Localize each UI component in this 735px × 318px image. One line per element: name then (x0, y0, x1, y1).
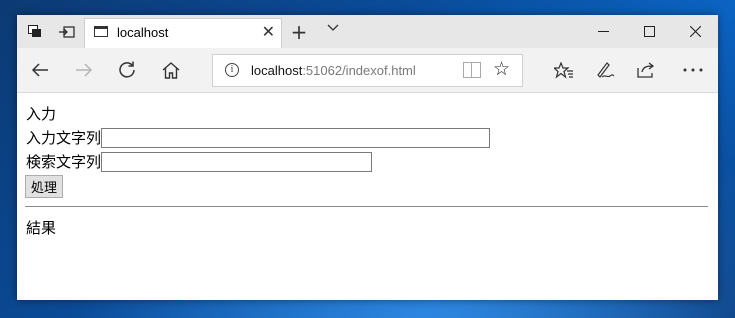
star-icon[interactable]: ☆ (493, 58, 510, 80)
tab-title: localhost (117, 25, 169, 40)
search-string-row: 検索文字列 (26, 151, 373, 172)
address-bar[interactable]: i localhost:51062/indexof.html ☆ (212, 54, 523, 87)
arrow-right-icon[interactable] (69, 55, 99, 85)
favorites-icon[interactable] (548, 55, 580, 85)
arrow-left-icon[interactable] (25, 55, 55, 85)
divider (25, 206, 708, 207)
search-string-label: 検索文字列 (26, 153, 102, 171)
maximize-icon[interactable] (626, 15, 672, 48)
close-icon[interactable] (672, 15, 718, 48)
address-host: localhost (251, 63, 303, 78)
share-icon[interactable] (631, 55, 663, 85)
tab-actions-icon[interactable] (19, 15, 51, 48)
result-heading: 結果 (26, 219, 57, 237)
input-string-field[interactable] (101, 127, 491, 148)
refresh-icon[interactable] (112, 55, 142, 85)
set-aside-tabs-icon[interactable] (51, 15, 83, 48)
minimize-icon[interactable] (580, 15, 626, 48)
browser-tab[interactable]: localhost ✕ (84, 18, 282, 48)
more-icon[interactable] (677, 55, 709, 85)
info-icon[interactable]: i (225, 63, 239, 77)
process-button[interactable]: 処理 (25, 175, 64, 198)
search-string-field[interactable] (101, 151, 373, 172)
input-heading: 入力 (26, 105, 57, 123)
page-icon (94, 26, 108, 37)
result-row: 結果 (26, 217, 56, 238)
chevron-down-icon[interactable] (323, 20, 343, 36)
close-icon[interactable]: ✕ (262, 22, 275, 41)
navigation-bar: i localhost:51062/indexof.html ☆ (17, 48, 718, 93)
tab-bar: localhost ✕ + (17, 15, 718, 48)
plus-icon[interactable]: + (287, 20, 311, 44)
home-icon[interactable] (156, 55, 186, 85)
address-path: :51062/indexof.html (302, 63, 416, 78)
reading-view-icon[interactable] (463, 62, 481, 78)
address-text: localhost:51062/indexof.html (251, 63, 416, 78)
input-string-label: 入力文字列 (26, 129, 102, 147)
pen-icon[interactable] (589, 55, 621, 85)
input-string-row: 入力文字列 (26, 127, 491, 148)
input-heading-row: 入力 (26, 103, 56, 124)
page-content: 入力 入力文字列 検索文字列 処理 結果 (17, 93, 718, 300)
browser-window: localhost ✕ + i localhost:51062/indexof.… (17, 15, 718, 300)
